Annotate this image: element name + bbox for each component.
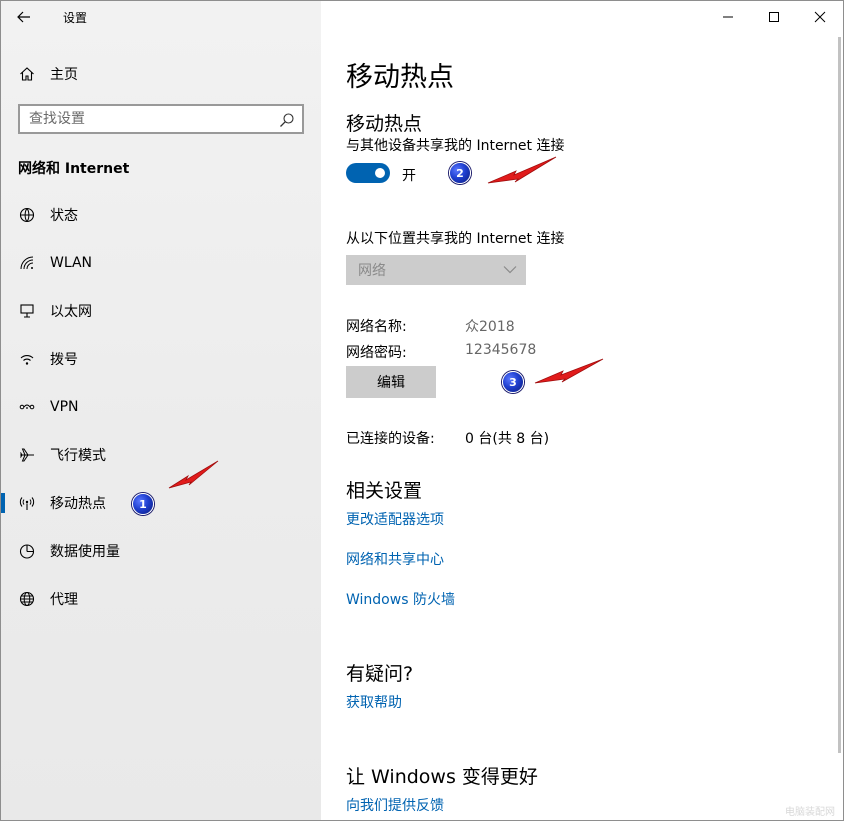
sidebar-item-label: 飞行模式 — [50, 448, 106, 464]
sidebar-item-airplane-mode[interactable]: 飞行模式 — [1, 431, 321, 479]
main-content: 移动热点 移动热点 与其他设备共享我的 Internet 连接 开 从以下位置共… — [321, 1, 843, 820]
sidebar-nav: 状态 WLAN 以太网 拨号 VPN 飞行模式 移动热点 数据使用量 代理 — [1, 191, 321, 623]
sidebar-item-mobile-hotspot[interactable]: 移动热点 — [1, 479, 321, 527]
airplane-icon — [18, 446, 36, 464]
adapter-options-link[interactable]: 更改适配器选项 — [346, 509, 444, 529]
network-name-label: 网络名称: — [346, 319, 407, 335]
chevron-down-icon — [503, 266, 517, 274]
sidebar-item-label: 状态 — [50, 208, 78, 224]
sidebar: 设置 主页 网络和 Internet 状态 WL — [1, 1, 321, 820]
question-heading: 有疑问? — [346, 663, 414, 685]
back-button[interactable] — [11, 5, 37, 29]
close-icon — [814, 11, 826, 23]
search-input[interactable] — [20, 110, 271, 128]
ethernet-icon — [18, 302, 36, 320]
annotation-arrow-3 — [534, 358, 604, 384]
hotspot-toggle[interactable] — [346, 163, 390, 183]
network-password-label: 网络密码: — [346, 345, 407, 361]
toggle-knob — [375, 168, 385, 178]
annotation-arrow-1 — [168, 460, 219, 489]
related-settings-heading: 相关设置 — [346, 480, 423, 502]
sidebar-item-label: WLAN — [50, 255, 93, 271]
search-box[interactable] — [18, 104, 304, 134]
annotation-marker-2: 2 — [449, 162, 471, 184]
settings-window: 设置 主页 网络和 Internet 状态 WL — [0, 0, 844, 821]
feedback-link[interactable]: 向我们提供反馈 — [346, 795, 444, 815]
annotation-marker-1: 1 — [132, 493, 154, 515]
sidebar-item-label: 以太网 — [50, 304, 92, 320]
sidebar-item-proxy[interactable]: 代理 — [1, 575, 321, 623]
annotation-marker-3: 3 — [502, 371, 524, 393]
maximize-icon — [769, 12, 779, 22]
sidebar-item-status[interactable]: 状态 — [1, 191, 321, 239]
annotation-arrow-2 — [487, 156, 557, 184]
page-title: 移动热点 — [346, 62, 454, 93]
improve-windows-heading: 让 Windows 变得更好 — [346, 766, 538, 788]
network-name-value: 众2018 — [465, 319, 515, 335]
globe-icon — [18, 590, 36, 608]
status-icon — [18, 206, 36, 224]
share-description: 与其他设备共享我的 Internet 连接 — [346, 138, 565, 154]
title-bar: 设置 — [1, 1, 321, 33]
sidebar-item-label: 拨号 — [50, 352, 78, 368]
share-from-label: 从以下位置共享我的 Internet 连接 — [346, 231, 565, 247]
network-password-value: 12345678 — [465, 342, 537, 358]
sidebar-item-wlan[interactable]: WLAN — [1, 239, 321, 287]
sidebar-item-label: 移动热点 — [50, 496, 106, 512]
minimize-icon — [723, 16, 733, 18]
sidebar-item-label: 代理 — [50, 592, 78, 608]
back-arrow-icon — [17, 11, 30, 23]
section-title: 网络和 Internet — [18, 161, 130, 177]
watermark: 电脑装配网 — [785, 807, 835, 818]
minimize-button[interactable] — [705, 1, 751, 33]
sidebar-item-label: 数据使用量 — [50, 544, 120, 560]
sidebar-item-label: 主页 — [50, 67, 78, 83]
toggle-state-label: 开 — [402, 168, 416, 184]
sidebar-item-dialup[interactable]: 拨号 — [1, 335, 321, 383]
hotspot-icon — [18, 494, 36, 512]
network-sharing-center-link[interactable]: 网络和共享中心 — [346, 549, 444, 569]
wifi-icon — [18, 254, 36, 272]
active-indicator — [1, 493, 5, 513]
maximize-button[interactable] — [751, 1, 797, 33]
scrollbar[interactable] — [838, 37, 841, 753]
connected-devices-value: 0 台(共 8 台) — [465, 431, 550, 447]
data-usage-icon — [18, 542, 36, 560]
share-from-value: 网络 — [358, 263, 386, 279]
get-help-link[interactable]: 获取帮助 — [346, 692, 402, 712]
sidebar-item-data-usage[interactable]: 数据使用量 — [1, 527, 321, 575]
sidebar-item-ethernet[interactable]: 以太网 — [1, 287, 321, 335]
vpn-icon — [18, 398, 36, 416]
edit-button[interactable]: 编辑 — [346, 366, 436, 398]
connected-devices-label: 已连接的设备: — [346, 431, 435, 447]
windows-firewall-link[interactable]: Windows 防火墙 — [346, 589, 455, 609]
home-icon — [18, 65, 36, 83]
sidebar-item-vpn[interactable]: VPN — [1, 383, 321, 431]
sidebar-item-label: VPN — [50, 399, 79, 415]
close-button[interactable] — [797, 1, 843, 33]
app-title: 设置 — [63, 11, 88, 25]
window-controls — [705, 1, 843, 33]
share-from-dropdown[interactable]: 网络 — [346, 255, 526, 285]
hotspot-heading: 移动热点 — [346, 113, 423, 135]
dialup-icon — [18, 350, 36, 368]
sidebar-item-home[interactable]: 主页 — [1, 57, 321, 91]
search-icon[interactable] — [279, 112, 295, 128]
